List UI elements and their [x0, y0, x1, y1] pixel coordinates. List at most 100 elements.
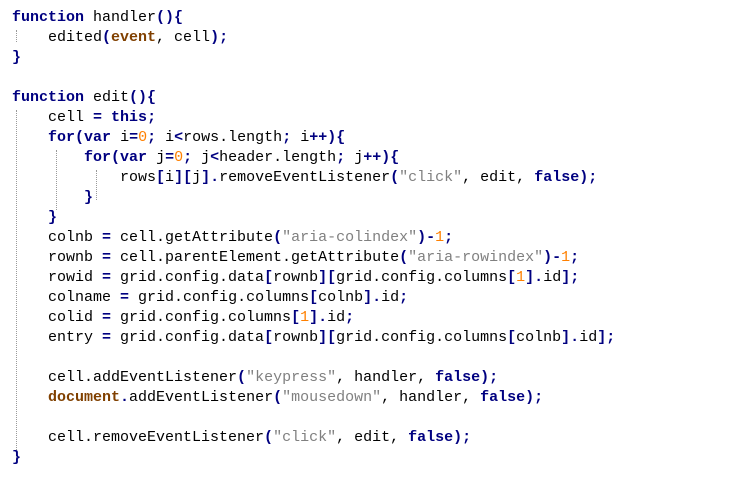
code-token: grid.config.columns [336, 329, 508, 346]
code-token: function [12, 89, 85, 106]
code-token: 0 [174, 149, 184, 166]
code-token: false [408, 429, 454, 446]
code-token: "mousedown" [282, 389, 382, 406]
code-token: ; [336, 149, 346, 166]
code-token: "click" [273, 429, 337, 446]
code-token: ; [444, 229, 454, 246]
code-token: false [480, 389, 526, 406]
code-token: ( [102, 29, 112, 46]
code-token: var [84, 129, 112, 146]
code-token: } [84, 189, 94, 206]
code-token: [ [264, 269, 274, 286]
code-line: cell.addEventListener("keypress", handle… [12, 368, 498, 388]
code-line: colnb = cell.getAttribute("aria-colindex… [12, 228, 453, 248]
code-token: j [345, 149, 364, 166]
code-token: false [435, 369, 481, 386]
code-token: ); [453, 429, 472, 446]
code-token: = [165, 149, 175, 166]
code-token: ( [399, 249, 409, 266]
code-token: ++){ [363, 149, 400, 166]
code-token: = [102, 269, 112, 286]
code-token: id [543, 269, 562, 286]
code-token: event [111, 29, 157, 46]
code-token: colid [12, 309, 103, 326]
code-token: colnb [318, 289, 364, 306]
code-token: = [120, 289, 130, 306]
code-token: < [210, 149, 220, 166]
code-token: ); [210, 29, 229, 46]
code-token: ); [525, 389, 544, 406]
code-line: cell = this; [12, 108, 156, 128]
code-token: ]. [525, 269, 544, 286]
code-token: [ [507, 329, 517, 346]
code-token: id [579, 329, 598, 346]
code-token: , edit, [462, 169, 535, 186]
code-line: function edit(){ [12, 88, 156, 108]
code-token: ( [390, 169, 400, 186]
code-token: [ [264, 329, 274, 346]
code-token: header.length [219, 149, 337, 166]
code-token: , handler, [336, 369, 436, 386]
code-line: entry = grid.config.data[rownb][grid.con… [12, 328, 615, 348]
code-token: [ [291, 309, 301, 326]
code-token: i [156, 129, 175, 146]
code-token: ; [147, 129, 157, 146]
code-line: rows[i][j].removeEventListener("click", … [12, 168, 597, 188]
code-token: false [534, 169, 580, 186]
code-token: } [48, 209, 58, 226]
code-token: cell.getAttribute [111, 229, 274, 246]
code-token: addEventListener [129, 389, 274, 406]
code-token: = [102, 229, 112, 246]
code-token: ]; [561, 269, 580, 286]
code-token: j [147, 149, 166, 166]
code-token: grid.config.columns [129, 289, 310, 306]
code-token: edited [12, 29, 103, 46]
code-token: )- [543, 249, 562, 266]
code-token: ]. [309, 309, 328, 326]
code-token: removeEventListener [219, 169, 391, 186]
code-line: colname = grid.config.columns[colnb].id; [12, 288, 408, 308]
code-token: ][ [174, 169, 193, 186]
code-token: cell.parentElement.getAttribute [111, 249, 400, 266]
code-token: ; [147, 109, 157, 126]
code-token: ; [399, 289, 409, 306]
code-line: } [12, 448, 21, 468]
code-token: 1 [300, 309, 310, 326]
code-token: "click" [399, 169, 463, 186]
code-line: edited(event, cell); [12, 28, 228, 48]
code-token: id [381, 289, 400, 306]
code-line: } [12, 208, 57, 228]
code-token: < [174, 129, 184, 146]
code-token: colnb [12, 229, 103, 246]
code-token: cell.addEventListener [12, 369, 238, 386]
code-token: ]. [201, 169, 220, 186]
code-token: ( [273, 229, 283, 246]
code-token: handler [84, 9, 157, 26]
code-editor[interactable]: function handler(){ edited(event, cell);… [0, 0, 735, 477]
code-line: function handler(){ [12, 8, 183, 28]
code-token: i [291, 129, 310, 146]
code-token: } [12, 49, 22, 66]
code-token: 1 [561, 249, 571, 266]
code-token: = [102, 249, 112, 266]
code-token: var [120, 149, 148, 166]
code-token: ; [183, 149, 193, 166]
code-token: for [84, 149, 112, 166]
code-token: j [192, 169, 202, 186]
code-token: document [48, 389, 121, 406]
code-token: colname [12, 289, 121, 306]
code-token: "aria-rowindex" [408, 249, 544, 266]
code-token: [ [156, 169, 166, 186]
code-token: function [12, 9, 85, 26]
code-line: for(var j=0; j<header.length; j++){ [12, 148, 399, 168]
code-token: this [111, 109, 148, 126]
code-token: rowid [12, 269, 103, 286]
code-line: rownb = cell.parentElement.getAttribute(… [12, 248, 579, 268]
code-token: (){ [156, 9, 184, 26]
code-token: , cell [156, 29, 211, 46]
code-token: grid.config.data [111, 269, 265, 286]
